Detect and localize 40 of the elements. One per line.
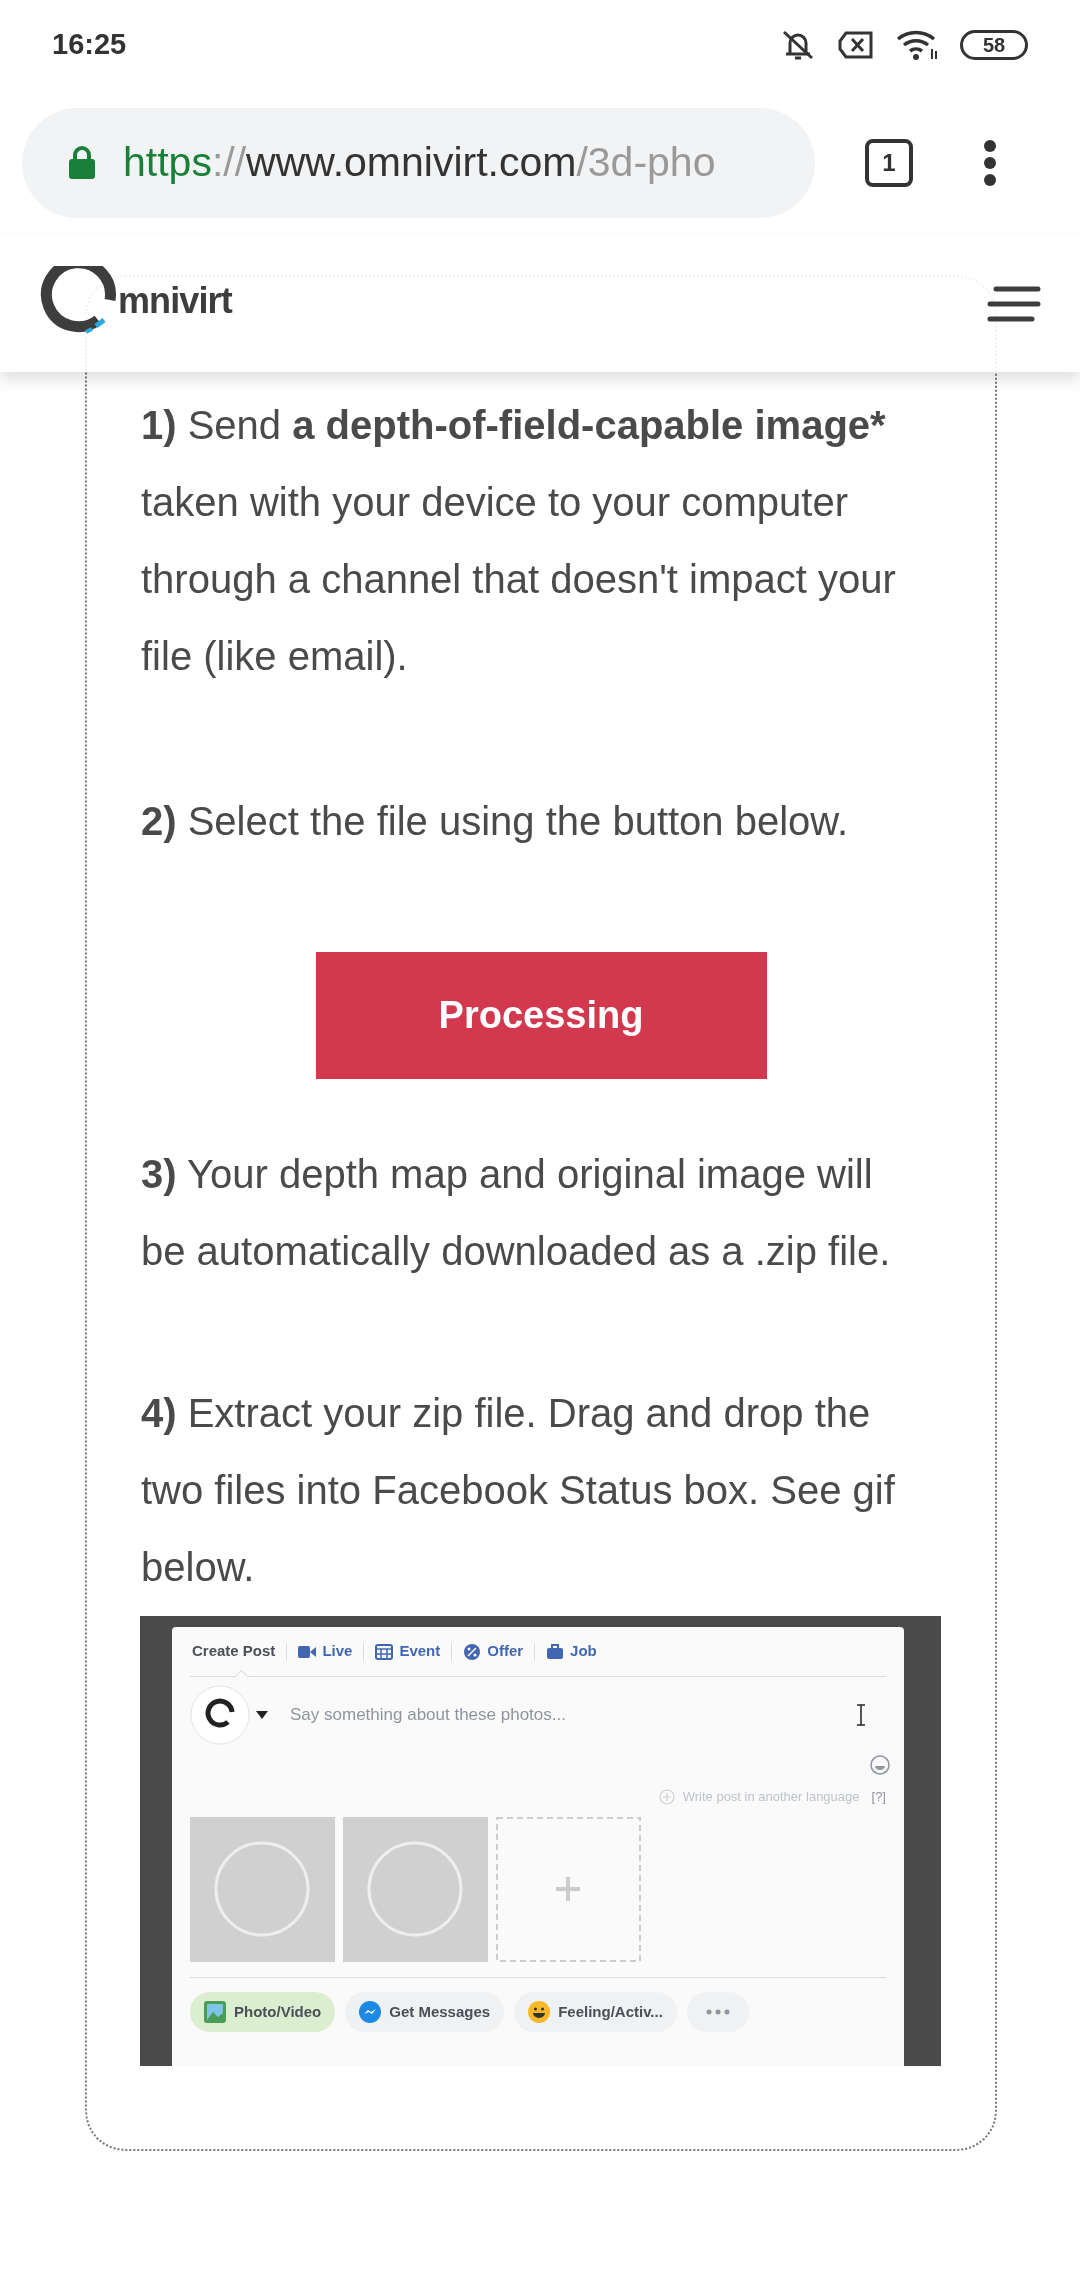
processing-button[interactable]: Processing (315, 952, 767, 1079)
step-text: 3) Your depth map and original image will be automatically downloaded as a .zip file. (141, 1151, 892, 1275)
step-text: 1) Send a depth-of-field-capable image* taken with your device to your computer through a channel that doesn't impact your file (like email). (141, 402, 897, 680)
composer-tab[interactable]: Job (544, 1626, 599, 1677)
help-link[interactable]: [?] (871, 1787, 886, 1807)
percent-icon (463, 1643, 482, 1660)
composer-tab[interactable]: Create Post (190, 1626, 278, 1677)
step-text: 4) Extract your zip file. Drag and drop the two files into Facebook Status box. See gif below. (141, 1390, 896, 1591)
calendar-icon (375, 1643, 394, 1660)
more-icon (705, 2009, 730, 2015)
composer-action-button[interactable]: Photo/Video (190, 1992, 336, 2032)
composer-tab[interactable]: Offer (461, 1626, 526, 1677)
briefcase-icon (546, 1643, 565, 1660)
address-bar[interactable]: https://www.omnivirt.com/3d-pho (22, 107, 815, 218)
composer-tab[interactable]: Event (373, 1626, 443, 1677)
lock-icon (67, 144, 97, 181)
video-icon (298, 1643, 317, 1660)
logo-text: mnivirt (118, 278, 232, 323)
avatar-icon (190, 1685, 250, 1745)
photo-icon (204, 2001, 226, 2023)
text-cursor-icon (856, 1704, 866, 1726)
step-text: 2) Select the file using the button below. (141, 798, 850, 845)
smiley-icon (528, 2001, 551, 2023)
menu-icon[interactable] (986, 284, 1042, 323)
caret-icon[interactable] (256, 1711, 268, 1719)
sim-error-icon (838, 31, 874, 59)
clock-time: 16:25 (52, 27, 127, 63)
tab-count-button[interactable]: 1 (865, 138, 913, 187)
composer-tab[interactable]: Live (296, 1626, 355, 1677)
wifi-icon (896, 29, 938, 61)
composer-action-button[interactable]: Get Messages (345, 1992, 505, 2032)
status-input-field[interactable]: Say something about these photos... (290, 1702, 856, 1728)
url-text: https://www.omnivirt.com/3d-pho (123, 137, 716, 187)
emoji-icon[interactable] (870, 1755, 890, 1775)
composer-action-button[interactable]: Feeling/Activ... (514, 1992, 677, 2032)
plus-circle-icon (658, 1789, 675, 1805)
bell-off-icon (780, 28, 816, 62)
messenger-icon (359, 2001, 382, 2023)
battery-icon: 58 (960, 30, 1028, 60)
more-menu-icon[interactable] (983, 138, 997, 187)
